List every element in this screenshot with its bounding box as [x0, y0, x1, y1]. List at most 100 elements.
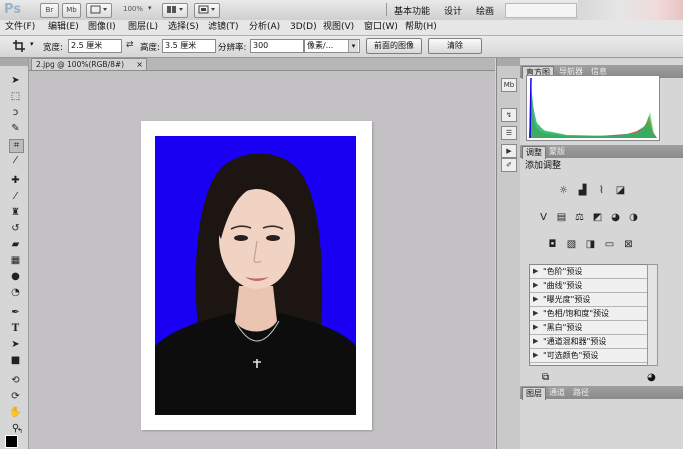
channel-mixer-icon[interactable]: ◑	[627, 211, 640, 224]
width-field[interactable]: 2.5 厘米	[68, 39, 122, 53]
tab-masks[interactable]: 蒙版	[546, 146, 568, 158]
shape-tool-icon[interactable]: ■	[9, 355, 22, 367]
invert-icon[interactable]: ◘	[546, 238, 559, 251]
menu-edit[interactable]: 编辑(E)	[48, 21, 79, 34]
expand-triangle-icon: ▶	[533, 295, 539, 303]
3d-orbit-tool-icon[interactable]: ⟳	[9, 391, 22, 403]
menu-select[interactable]: 选择(S)	[168, 21, 199, 34]
menu-help[interactable]: 帮助(H)	[405, 21, 437, 34]
dodge-tool-icon[interactable]: ◔	[9, 287, 22, 299]
preset-item[interactable]: ▶ "曝光度"预设	[530, 293, 647, 307]
height-field[interactable]: 3.5 厘米	[162, 39, 216, 53]
menu-filter[interactable]: 滤镜(T)	[208, 21, 239, 34]
pen-tool-icon[interactable]: ✒	[9, 307, 22, 319]
resolution-field[interactable]: 300	[250, 39, 304, 53]
photo-document[interactable]	[141, 121, 372, 430]
adjustments-panel-header: 调整 蒙版	[520, 145, 683, 159]
preset-item[interactable]: ▶ "可选颜色"预设	[530, 349, 647, 363]
swap-colors-icon[interactable]: ↰	[17, 427, 23, 435]
tab-paths[interactable]: 路径	[570, 387, 592, 399]
clone-stamp-tool-icon[interactable]: ♜	[9, 207, 22, 219]
selective-color-icon[interactable]: ⊠	[622, 238, 635, 251]
brush-tool-icon[interactable]: ⁄	[9, 191, 22, 203]
menu-bar: 文件(F) 编辑(E) 图像(I) 图层(L) 选择(S) 滤镜(T) 分析(A…	[0, 20, 683, 36]
photo-filter-icon[interactable]: ◕	[609, 211, 622, 224]
layer-mask-icon[interactable]: ⧉	[542, 372, 549, 383]
vibrance-icon[interactable]: V	[537, 211, 550, 224]
curves-icon[interactable]: ⌇	[595, 184, 608, 197]
preset-item[interactable]: ▶ "色相/饱和度"预设	[530, 307, 647, 321]
bridge-button[interactable]: Br	[40, 3, 59, 18]
preset-item[interactable]: ▶ "曲线"预设	[530, 279, 647, 293]
menu-view[interactable]: 视图(V)	[323, 21, 354, 34]
histogram-graph	[526, 75, 660, 141]
quick-select-tool-icon[interactable]: ✎	[9, 123, 22, 135]
lasso-tool-icon[interactable]: ↄ	[9, 107, 22, 119]
posterize-icon[interactable]: ▧	[565, 238, 578, 251]
gradient-map-icon[interactable]: ▭	[603, 238, 616, 251]
zoom-dropdown-icon[interactable]: ▾	[148, 4, 152, 12]
preset-item[interactable]: ▶ "色阶"预设	[530, 265, 647, 279]
clip-to-layer-icon[interactable]: ◕	[647, 372, 656, 383]
menu-file[interactable]: 文件(F)	[5, 21, 35, 34]
presets-scrollbar[interactable]	[647, 264, 658, 366]
screen-mode-button[interactable]	[194, 3, 220, 18]
search-field[interactable]	[505, 3, 577, 18]
resolution-label: 分辨率:	[218, 43, 247, 53]
threshold-icon[interactable]: ◨	[584, 238, 597, 251]
preset-dropdown-icon[interactable]: ▾	[30, 40, 34, 48]
menu-window[interactable]: 窗口(W)	[364, 21, 398, 34]
path-selection-tool-icon[interactable]: ➤	[9, 339, 22, 351]
actions-panel-icon[interactable]: ☰	[501, 126, 517, 140]
healing-brush-tool-icon[interactable]: ✚	[9, 175, 22, 187]
move-tool-icon[interactable]: ➤	[9, 75, 22, 87]
expand-triangle-icon: ▶	[533, 267, 539, 275]
crop-tool-icon[interactable]: ⌗	[9, 139, 24, 153]
foreground-color-swatch[interactable]	[5, 435, 18, 448]
levels-icon[interactable]: ▟	[576, 184, 589, 197]
notes-panel-icon[interactable]: ✐	[501, 158, 517, 172]
preset-item[interactable]: ▶ "通道混和器"预设	[530, 335, 647, 349]
toolbox-header	[0, 58, 28, 66]
3d-rotate-tool-icon[interactable]: ⟲	[9, 375, 22, 387]
view-extras-button[interactable]	[86, 3, 112, 18]
gradient-tool-icon[interactable]: ▦	[9, 255, 22, 267]
front-image-button[interactable]: 前面的图像	[366, 38, 422, 54]
arrange-documents-button[interactable]	[162, 3, 188, 18]
menu-layer[interactable]: 图层(L)	[128, 21, 158, 34]
swap-dimensions-icon[interactable]: ⇄	[126, 40, 134, 50]
resolution-unit-select[interactable]: 像素/... ▾	[304, 39, 360, 53]
zoom-level[interactable]: 100%	[123, 5, 143, 13]
expand-triangle-icon: ▶	[533, 337, 539, 345]
workspace-painting[interactable]: 绘画	[476, 4, 494, 17]
eyedropper-tool-icon[interactable]: ⁄	[9, 155, 22, 167]
marquee-tool-icon[interactable]: ⬚	[9, 91, 22, 103]
brightness-contrast-icon[interactable]: ☼	[557, 184, 570, 197]
crop-tool-preset-icon[interactable]	[12, 39, 28, 56]
history-brush-tool-icon[interactable]: ↺	[9, 223, 22, 235]
blur-tool-icon[interactable]: ●	[9, 271, 22, 283]
exposure-icon[interactable]: ◪	[614, 184, 627, 197]
close-icon[interactable]: ×	[136, 59, 143, 71]
black-white-icon[interactable]: ◩	[591, 211, 604, 224]
mini-bridge-button[interactable]: Mb	[62, 3, 81, 18]
animation-panel-icon[interactable]: ▶	[501, 144, 517, 158]
workspace-design[interactable]: 设计	[444, 4, 462, 17]
menu-image[interactable]: 图像(I)	[88, 21, 116, 34]
clear-button[interactable]: 清除	[428, 38, 482, 54]
menu-3d[interactable]: 3D(D)	[290, 21, 317, 34]
history-panel-icon[interactable]: ↯	[501, 108, 517, 122]
tab-channels[interactable]: 通道	[546, 387, 568, 399]
workspace-essentials[interactable]: 基本功能	[394, 4, 430, 17]
menu-analysis[interactable]: 分析(A)	[249, 21, 280, 34]
preset-item[interactable]: ▶ "黑白"预设	[530, 321, 647, 335]
tab-layers[interactable]: 图层	[522, 387, 546, 400]
hand-tool-icon[interactable]: ✋	[9, 407, 22, 419]
expand-triangle-icon: ▶	[533, 281, 539, 289]
document-tab[interactable]: 2.jpg @ 100%(RGB/8#) ×	[31, 58, 147, 70]
mini-bridge-panel-icon[interactable]: Mb	[501, 78, 517, 92]
hue-saturation-icon[interactable]: ▤	[555, 211, 568, 224]
color-balance-icon[interactable]: ⚖	[573, 211, 586, 224]
type-tool-icon[interactable]: T	[9, 323, 22, 335]
eraser-tool-icon[interactable]: ▰	[9, 239, 22, 251]
